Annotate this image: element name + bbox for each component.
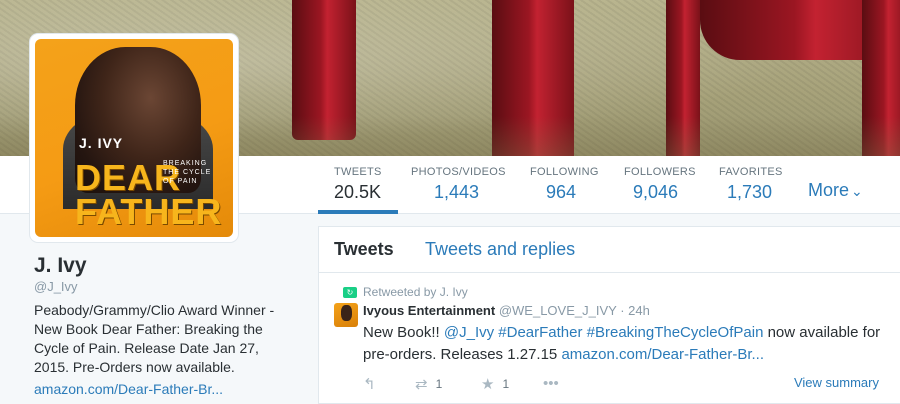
profile-avatar[interactable]: J. IVY DEAR FATHER BREAKING THE CYCLE OF… [30,34,238,242]
stat-label: PHOTOS/VIDEOS [411,166,506,178]
chevron-down-icon: ⌄ [851,183,863,199]
cover-subtitle: BREAKING THE CYCLE OF PAIN [163,160,212,185]
tweet-author-name[interactable]: Ivyous Entertainment [363,303,495,318]
profile-bio: Peabody/Grammy/Clio Award Winner - New B… [34,302,275,375]
timeline: Tweets Tweets and replies ↻ Retweeted by … [318,226,900,404]
stat-value: 1,443 [434,182,480,202]
more-dots-icon: ••• [543,375,559,392]
stat-label: FOLLOWING [530,166,599,178]
favorite-icon: ★ [481,376,495,393]
tweet-actions: ↰ ⇄ 1 ★ 1 ••• View summary [363,375,893,393]
cover-title-line2: FATHER [75,191,223,232]
profile-handle: @J_Ivy [34,279,78,294]
nav-following[interactable]: FOLLOWING 964 [530,166,599,203]
nav-photos-videos[interactable]: PHOTOS/VIDEOS 1,443 [411,166,506,203]
retweet-icon: ⇄ [415,376,428,393]
retweet-count: 1 [435,377,443,391]
reply-icon: ↰ [363,376,376,393]
nav-favorites[interactable]: FAVORITES 1,730 [719,166,783,203]
more-actions-button[interactable]: ••• [543,375,567,392]
tweet-mentions-hashtags[interactable]: @J_Ivy #DearFather #BreakingTheCycleOfPa… [444,324,764,341]
more-label: More [808,180,850,200]
stat-value: 20.5K [334,182,382,202]
tweet-author-handle[interactable]: @WE_LOVE_J_IVY [499,303,617,318]
tab-tweets[interactable]: Tweets [334,239,394,260]
view-summary-link[interactable]: View summary [794,375,879,390]
stat-value: 1,730 [727,182,773,202]
tweet-header: Ivyous Entertainment @WE_LOVE_J_IVY · 24… [363,303,650,318]
stat-label: FOLLOWERS [624,166,696,178]
tweet-author-avatar[interactable] [334,303,358,327]
reply-button[interactable]: ↰ [363,375,384,393]
tweet-timestamp[interactable]: 24h [628,303,650,318]
tweet-separator: · [620,303,625,318]
tweet-url[interactable]: amazon.com/Dear-Father-Br... [561,346,764,363]
tab-tweets-and-replies[interactable]: Tweets and replies [425,239,575,260]
stat-label: FAVORITES [719,166,783,178]
stat-value: 964 [546,182,577,202]
tweet-text: New Book!! @J_Ivy #DearFather #BreakingT… [363,324,881,363]
retweet-icon: ↻ [343,287,357,299]
nav-tweets[interactable]: TWEETS 20.5K [318,166,398,214]
cover-author: J. IVY [79,135,124,151]
more-button[interactable]: More ⌄ [808,180,863,201]
profile-link[interactable]: amazon.com/Dear-Father-Br... [34,381,223,397]
profile-name[interactable]: J. Ivy [34,254,87,278]
book-cover-image: J. IVY DEAR FATHER BREAKING THE CYCLE OF… [35,39,233,237]
retweeted-by-text: Retweeted by J. Ivy [363,285,468,299]
favorite-count: 1 [502,377,510,391]
favorite-button[interactable]: ★ 1 [481,375,509,393]
timeline-tabs: Tweets Tweets and replies [319,227,900,273]
stat-label: TWEETS [334,166,382,178]
retweet-button[interactable]: ⇄ 1 [415,375,442,393]
stat-value: 9,046 [633,182,679,202]
nav-followers[interactable]: FOLLOWERS 9,046 [624,166,696,203]
retweet-context[interactable]: ↻ Retweeted by J. Ivy [343,285,468,299]
